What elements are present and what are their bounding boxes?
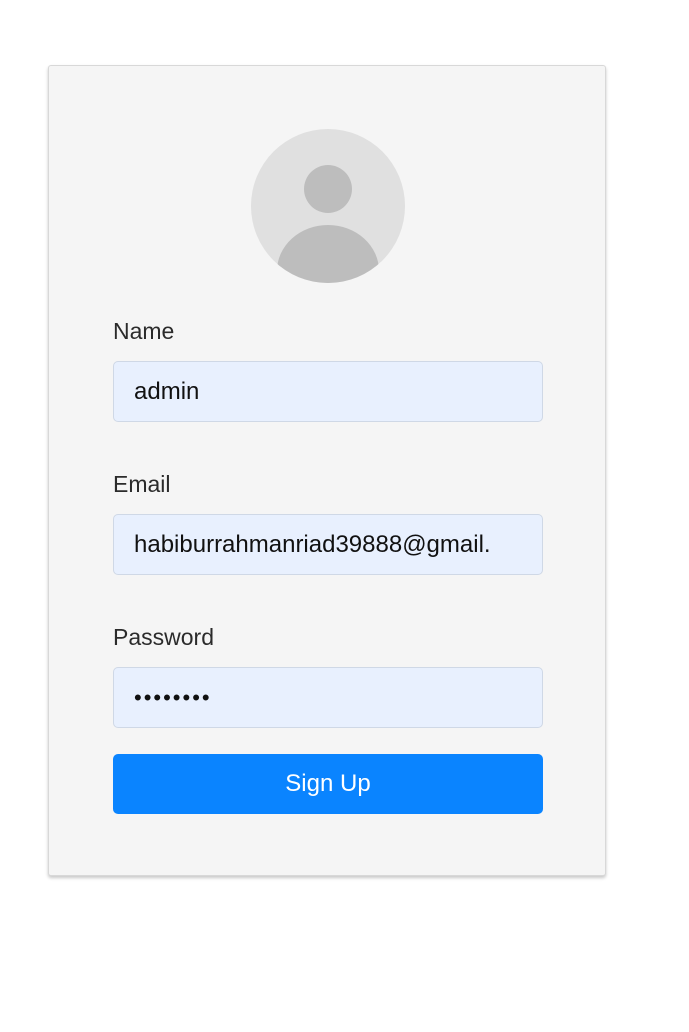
signup-card: Name Email Password Sign Up [48, 65, 606, 876]
name-label: Name [113, 318, 175, 344]
password-label: Password [113, 624, 214, 650]
email-label: Email [113, 471, 171, 497]
name-input[interactable] [113, 361, 543, 422]
sign-up-button[interactable]: Sign Up [113, 754, 543, 814]
password-input[interactable] [113, 667, 543, 728]
email-input[interactable] [113, 514, 543, 575]
user-avatar-icon [251, 129, 405, 283]
signup-form: Name Email Password Sign Up [113, 316, 543, 814]
